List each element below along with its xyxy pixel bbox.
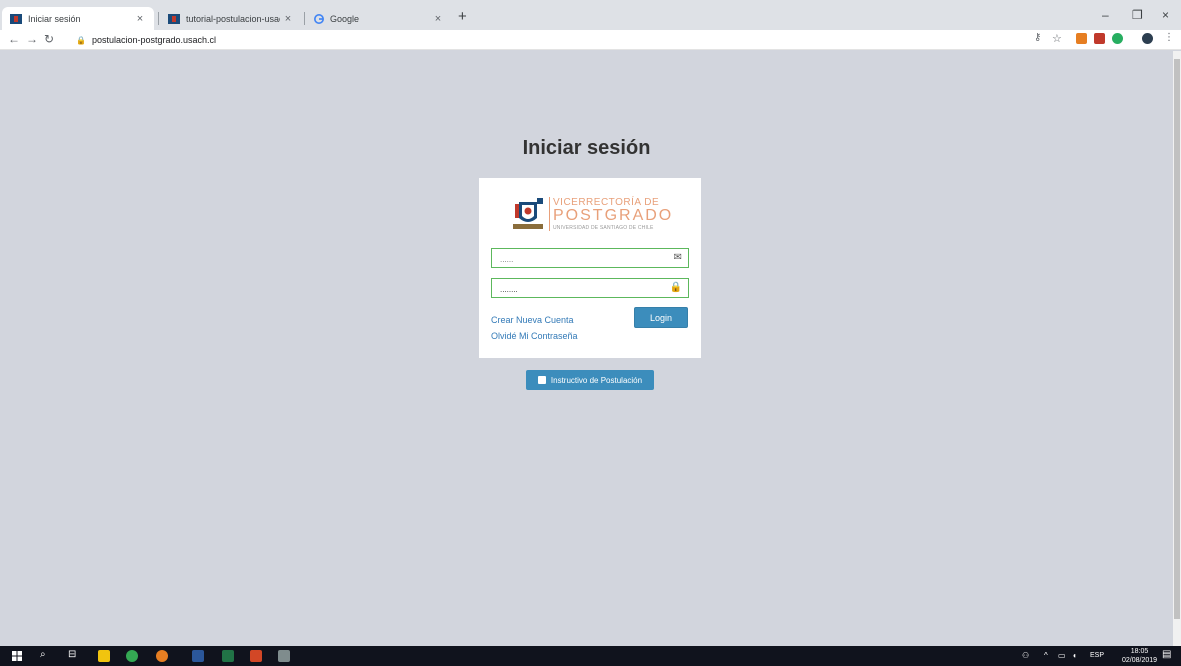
- reload-icon[interactable]: ↻: [44, 32, 54, 46]
- email-field[interactable]: ✉: [491, 248, 689, 269]
- clock-date: 02/08/2019: [1122, 657, 1158, 664]
- minimize-button[interactable]: –: [1102, 8, 1109, 22]
- url-text: postulacion-postgrado.usach.cl: [91, 35, 217, 45]
- excel-icon[interactable]: [222, 650, 234, 662]
- logo-line2: POSTGRADO: [553, 207, 674, 224]
- book-icon: [537, 376, 546, 384]
- volume-icon[interactable]: ◖: [1072, 651, 1077, 660]
- notifications-icon[interactable]: ▤: [1162, 649, 1171, 660]
- clock-time: 18:05: [1130, 648, 1149, 655]
- password-field[interactable]: 🔒: [491, 278, 689, 299]
- window-close-button[interactable]: ×: [1162, 8, 1169, 22]
- usach-favicon-icon: [10, 13, 22, 24]
- lock-icon: 🔒: [76, 35, 86, 45]
- google-favicon-icon: [314, 13, 324, 24]
- browser-toolbar: ← → ↻ 🔒 postulacion-postgrado.usach.cl ⚷…: [0, 30, 1181, 50]
- restore-button[interactable]: ❐: [1132, 8, 1143, 22]
- language-indicator[interactable]: ESP: [1090, 652, 1104, 659]
- scrollbar-thumb[interactable]: [1174, 59, 1180, 619]
- logo-line3: UNIVERSIDAD DE SANTIAGO DE CHILE: [553, 225, 654, 231]
- usach-favicon-icon: [168, 13, 180, 24]
- password-input[interactable]: [492, 280, 662, 299]
- new-tab-button[interactable]: +: [458, 8, 467, 25]
- page-scrollbar[interactable]: [1173, 51, 1181, 646]
- tab-close-icon[interactable]: ×: [132, 13, 148, 25]
- task-view-icon[interactable]: ⊟: [68, 649, 76, 660]
- browser-tabstrip: Iniciar sesión × tutorial-postulacion-us…: [0, 0, 1181, 30]
- lock-icon: 🔒: [669, 282, 682, 293]
- powerpoint-icon[interactable]: [250, 650, 262, 662]
- logo-divider: [549, 197, 550, 231]
- bookmark-star-icon[interactable]: ☆: [1052, 32, 1062, 45]
- windows-taskbar: ⌕ ⊟ ⚇ ^ ▭ ◖ ESP 18:05 02/08/2019 ▤: [0, 646, 1181, 666]
- usach-shield-icon: [513, 198, 543, 229]
- tab-close-icon[interactable]: ×: [280, 13, 296, 25]
- menu-dots-icon[interactable]: ⋮: [1164, 32, 1174, 43]
- extension-sc-icon[interactable]: [1076, 33, 1087, 44]
- page-title: Iniciar sesión: [522, 137, 651, 159]
- forward-arrow-icon[interactable]: →: [26, 32, 38, 46]
- network-icon[interactable]: ▭: [1058, 651, 1066, 660]
- word-icon[interactable]: [192, 650, 204, 662]
- instructions-button[interactable]: Instructivo de Postulación: [526, 370, 654, 390]
- app-icon[interactable]: [278, 650, 290, 662]
- address-bar[interactable]: 🔒 postulacion-postgrado.usach.cl: [76, 32, 1016, 48]
- envelope-icon: ✉: [673, 252, 682, 263]
- firefox-icon[interactable]: [156, 650, 168, 662]
- tab-title: Google: [330, 13, 360, 24]
- tab-iniciar-sesion[interactable]: Iniciar sesión ×: [2, 7, 154, 30]
- people-icon[interactable]: ⚇: [1022, 651, 1029, 660]
- tab-separator: [304, 12, 305, 25]
- key-icon[interactable]: ⚷: [1034, 32, 1041, 43]
- search-icon[interactable]: ⌕: [40, 649, 46, 660]
- tab-title: Iniciar sesión: [28, 13, 81, 24]
- email-input[interactable]: [492, 250, 662, 269]
- vicerrectoria-logo: VICERRECTORÍA DE POSTGRADO UNIVERSIDAD D…: [511, 192, 671, 232]
- login-button[interactable]: Login: [634, 307, 688, 328]
- forgot-password-link[interactable]: Olvidé Mi Contraseña: [491, 331, 578, 341]
- page-content: Iniciar sesión VICERRECTORÍA DE POSTGRAD…: [0, 51, 1173, 646]
- taskbar-clock[interactable]: 18:05 02/08/2019: [1122, 647, 1157, 665]
- login-card: VICERRECTORÍA DE POSTGRADO UNIVERSIDAD D…: [479, 178, 701, 358]
- file-explorer-icon[interactable]: [98, 650, 110, 662]
- extension-pdf-icon[interactable]: [1094, 33, 1105, 44]
- chrome-icon[interactable]: [126, 650, 138, 662]
- tab-title: tutorial-postulacion-usach.pdf: [186, 13, 280, 24]
- instructions-label: Instructivo de Postulación: [550, 375, 643, 385]
- windows-start-icon[interactable]: [12, 651, 22, 661]
- tab-close-icon[interactable]: ×: [430, 13, 446, 25]
- create-account-link[interactable]: Crear Nueva Cuenta: [491, 315, 574, 325]
- profile-avatar-icon[interactable]: [1142, 33, 1153, 44]
- tab-separator: [158, 12, 159, 25]
- back-arrow-icon[interactable]: ←: [8, 32, 20, 46]
- tray-chevron-up-icon[interactable]: ^: [1044, 651, 1048, 660]
- tab-tutorial-pdf[interactable]: tutorial-postulacion-usach.pdf ×: [160, 7, 302, 30]
- tab-google[interactable]: Google ×: [306, 7, 452, 30]
- extension-grammarly-icon[interactable]: [1112, 33, 1123, 44]
